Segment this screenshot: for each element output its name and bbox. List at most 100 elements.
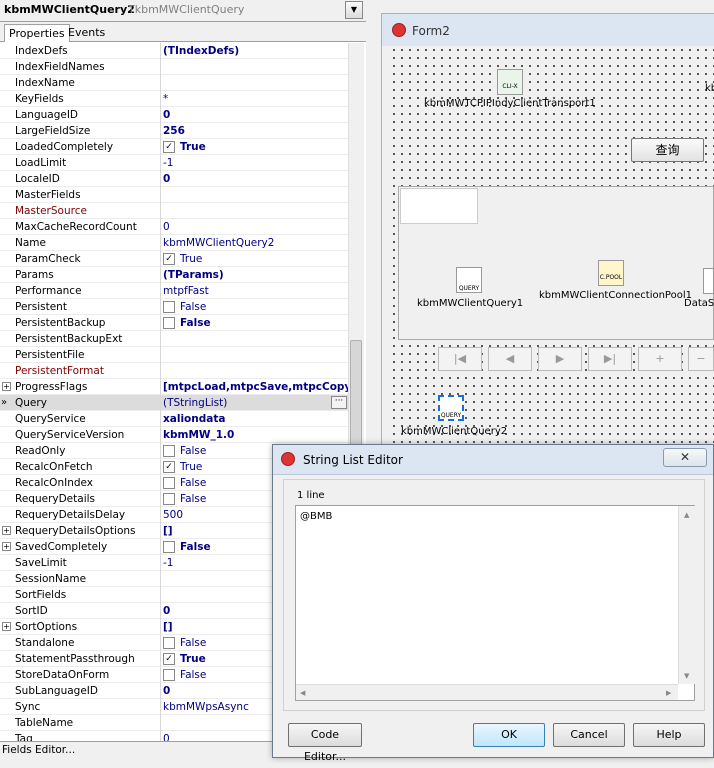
- checkbox-icon[interactable]: ✓: [163, 141, 175, 153]
- nav-delete-button[interactable]: −: [688, 347, 714, 371]
- property-row[interactable]: Performance mtpfFast: [0, 283, 348, 299]
- property-value[interactable]: (TIndexDefs): [163, 43, 239, 59]
- memo-text[interactable]: @BMB: [300, 511, 332, 522]
- checkbox-icon[interactable]: ✓: [163, 653, 175, 665]
- property-row[interactable]: » Query (TStringList) ···: [0, 395, 348, 411]
- property-value[interactable]: []: [163, 619, 173, 635]
- property-value[interactable]: 0: [163, 107, 170, 123]
- property-row[interactable]: LocaleID 0: [0, 171, 348, 187]
- checkbox-icon[interactable]: [163, 541, 175, 553]
- property-value[interactable]: (TParams): [163, 267, 224, 283]
- property-value[interactable]: False: [180, 475, 206, 491]
- property-value[interactable]: 0: [163, 731, 170, 741]
- property-value[interactable]: True: [180, 251, 202, 267]
- property-row[interactable]: PersistentFormat: [0, 363, 348, 379]
- dialog-title-bar[interactable]: String List Editor ✕: [273, 445, 713, 475]
- checkbox-icon[interactable]: [163, 477, 175, 489]
- property-row[interactable]: PersistentBackup False: [0, 315, 348, 331]
- property-value[interactable]: 0: [163, 603, 170, 619]
- property-value[interactable]: (TStringList): [163, 395, 227, 411]
- ok-button[interactable]: OK: [473, 723, 545, 747]
- expand-icon[interactable]: +: [2, 622, 11, 631]
- property-row[interactable]: Persistent False: [0, 299, 348, 315]
- cancel-button[interactable]: Cancel: [553, 723, 625, 747]
- property-value[interactable]: True: [180, 459, 202, 475]
- checkbox-icon[interactable]: ✓: [163, 253, 175, 265]
- property-row[interactable]: PersistentFile: [0, 347, 348, 363]
- checkbox-icon[interactable]: [163, 637, 175, 649]
- property-row[interactable]: PersistentBackupExt: [0, 331, 348, 347]
- property-row[interactable]: QueryService xaliondata: [0, 411, 348, 427]
- tab-events[interactable]: Events: [64, 24, 109, 42]
- property-value[interactable]: False: [180, 443, 206, 459]
- property-value[interactable]: *: [163, 91, 168, 107]
- close-icon[interactable]: ✕: [663, 448, 707, 467]
- property-value[interactable]: kbmMWClientQuery2: [163, 235, 274, 251]
- property-row[interactable]: QueryServiceVersion kbmMW_1.0: [0, 427, 348, 443]
- property-value[interactable]: 0: [163, 171, 170, 187]
- property-value[interactable]: True: [180, 651, 206, 667]
- nav-first-button[interactable]: |◀: [438, 347, 482, 371]
- property-value[interactable]: -1: [163, 155, 173, 171]
- property-row[interactable]: MasterFields: [0, 187, 348, 203]
- property-row[interactable]: LoadLimit -1: [0, 155, 348, 171]
- property-row[interactable]: KeyFields *: [0, 91, 348, 107]
- property-value[interactable]: kbmMWpsAsync: [163, 699, 249, 715]
- checkbox-icon[interactable]: [163, 669, 175, 681]
- expand-icon[interactable]: +: [2, 382, 11, 391]
- scroll-right-icon[interactable]: ▶: [666, 689, 671, 697]
- property-row[interactable]: Params (TParams): [0, 267, 348, 283]
- property-row[interactable]: ParamCheck ✓ True: [0, 251, 348, 267]
- scroll-left-icon[interactable]: ◀: [300, 689, 305, 697]
- pool-component-icon[interactable]: C.POOL: [598, 260, 624, 286]
- checkbox-icon[interactable]: [163, 301, 175, 313]
- checkbox-icon[interactable]: ✓: [163, 461, 175, 473]
- form-title-bar[interactable]: Form2: [382, 14, 714, 46]
- property-row[interactable]: MasterSource: [0, 203, 348, 219]
- property-value[interactable]: kbmMW_1.0: [163, 427, 234, 443]
- property-value[interactable]: False: [180, 667, 206, 683]
- nav-insert-button[interactable]: +: [638, 347, 682, 371]
- chevron-down-icon[interactable]: ▼: [345, 1, 363, 19]
- tab-properties[interactable]: Properties: [4, 24, 70, 42]
- datasource-component-icon[interactable]: [703, 268, 714, 294]
- checkbox-icon[interactable]: [163, 317, 175, 329]
- property-value[interactable]: 0: [163, 219, 170, 235]
- nav-last-button[interactable]: ▶|: [588, 347, 632, 371]
- property-value[interactable]: [mtpcLoad,mtpcSave,mtpcCopy]: [163, 379, 348, 395]
- scroll-up-icon[interactable]: ▲: [684, 511, 689, 519]
- column-divider[interactable]: [160, 43, 161, 741]
- property-value[interactable]: False: [180, 491, 206, 507]
- query1-component-icon[interactable]: QUERY: [456, 267, 482, 293]
- property-row[interactable]: IndexFieldNames: [0, 59, 348, 75]
- property-value[interactable]: False: [180, 539, 211, 555]
- scroll-down-icon[interactable]: ▼: [684, 672, 689, 680]
- nav-next-button[interactable]: ▶: [538, 347, 582, 371]
- memo-horizontal-scrollbar[interactable]: ◀ ▶: [296, 684, 678, 700]
- transport-component-icon[interactable]: CLI-X: [497, 69, 523, 95]
- property-value[interactable]: []: [163, 523, 173, 539]
- property-value[interactable]: False: [180, 315, 211, 331]
- property-value[interactable]: mtpfFast: [163, 283, 209, 299]
- query2-component-icon[interactable]: QUERY: [438, 395, 464, 421]
- nav-prior-button[interactable]: ◀: [488, 347, 532, 371]
- property-value[interactable]: False: [180, 635, 206, 651]
- query-button[interactable]: 查询: [631, 138, 704, 162]
- property-value[interactable]: 500: [163, 507, 183, 523]
- expand-icon[interactable]: +: [2, 526, 11, 535]
- memo-vertical-scrollbar[interactable]: ▲ ▼: [678, 506, 695, 684]
- property-row[interactable]: Name kbmMWClientQuery2: [0, 235, 348, 251]
- property-value[interactable]: xaliondata: [163, 411, 225, 427]
- component-selector[interactable]: kbmMWClientQuery2 TkbmMWClientQuery ▼: [0, 0, 366, 22]
- code-editor-button[interactable]: Code Editor...: [288, 723, 362, 763]
- help-button[interactable]: Help: [633, 723, 705, 747]
- expand-icon[interactable]: +: [2, 542, 11, 551]
- checkbox-icon[interactable]: [163, 493, 175, 505]
- property-value[interactable]: False: [180, 299, 206, 315]
- string-list-memo[interactable]: @BMB ▲ ▼ ◀ ▶: [295, 505, 695, 701]
- property-row[interactable]: LanguageID 0: [0, 107, 348, 123]
- property-row[interactable]: MaxCacheRecordCount 0: [0, 219, 348, 235]
- property-row[interactable]: IndexName: [0, 75, 348, 91]
- property-value[interactable]: 256: [163, 123, 185, 139]
- property-value[interactable]: -1: [163, 555, 173, 571]
